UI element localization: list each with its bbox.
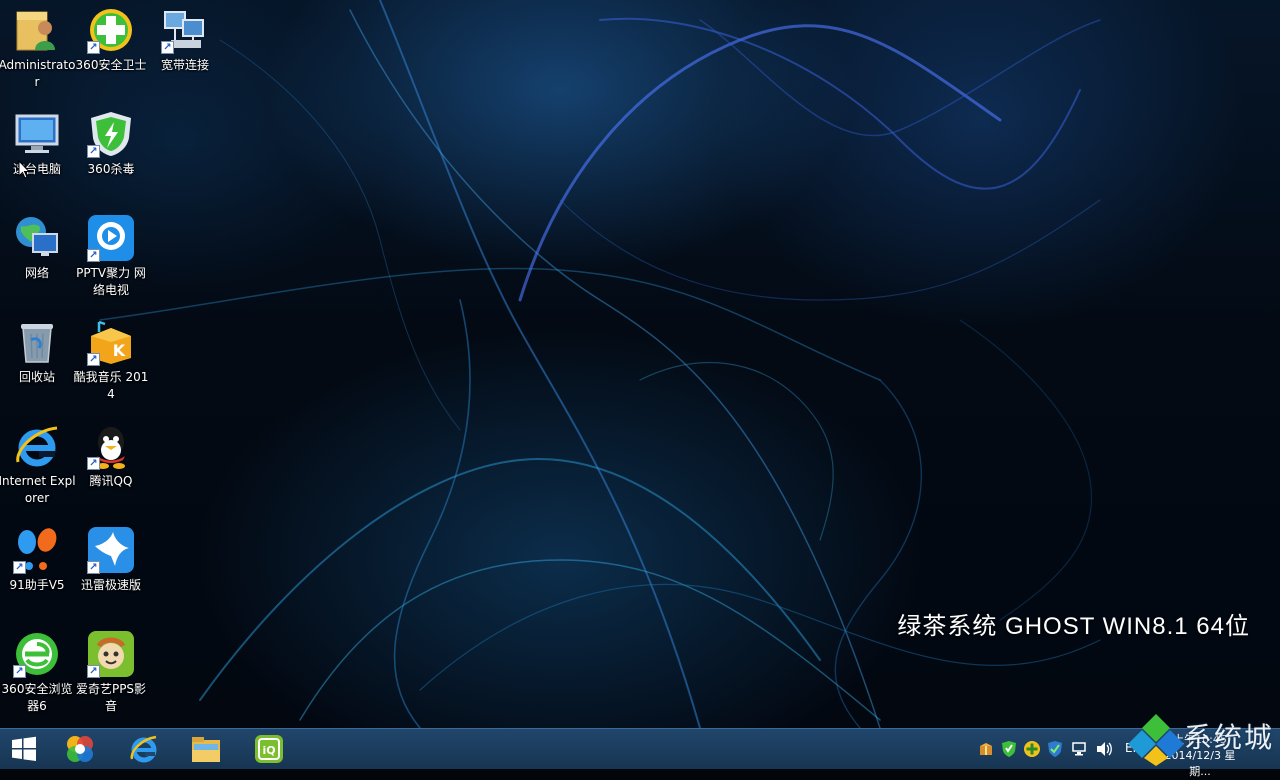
watermark-text: 系统城 bbox=[1184, 721, 1275, 754]
360-security-icon: ↗ bbox=[87, 6, 135, 54]
shortcut-arrow-icon: ↗ bbox=[87, 457, 100, 470]
iqiyi-icon: iQ bbox=[255, 735, 283, 763]
desktop-icon-this-pc[interactable]: 这台电脑 bbox=[0, 110, 74, 210]
shortcut-arrow-icon: ↗ bbox=[13, 561, 26, 574]
taskbar-360-browser[interactable] bbox=[56, 731, 104, 767]
svg-text:iQ: iQ bbox=[262, 744, 275, 757]
91-assistant-icon: ↗ bbox=[13, 526, 61, 574]
desktop-icon-kuwo-music[interactable]: K ↗ 酷我音乐 2014 bbox=[74, 318, 148, 418]
svg-text:K: K bbox=[113, 341, 126, 360]
start-button[interactable] bbox=[0, 731, 48, 767]
internet-explorer-icon bbox=[13, 422, 61, 470]
desktop-icon-label: 360安全浏览器6 bbox=[1, 682, 73, 713]
taskbar: iQ EN 上午10:45 2014/12/3 星期... bbox=[0, 728, 1280, 778]
watermark-logo-icon bbox=[1128, 714, 1184, 766]
desktop-icon-network[interactable]: 网络 bbox=[0, 214, 74, 314]
recycle-bin-icon bbox=[13, 318, 61, 366]
check-shield-icon[interactable] bbox=[1046, 740, 1064, 758]
desktop-icon-pptv[interactable]: ↗ PPTV聚力 网络电视 bbox=[74, 214, 148, 314]
shortcut-arrow-icon: ↗ bbox=[87, 249, 100, 262]
desktop-icon-360-antivirus[interactable]: ↗ 360杀毒 bbox=[74, 110, 148, 210]
desktop-icon-360-security[interactable]: ↗ 360安全卫士 bbox=[74, 6, 148, 106]
brand-text: 绿茶系统 GHOST WIN8.1 64位 bbox=[897, 613, 1250, 640]
shortcut-arrow-icon: ↗ bbox=[161, 41, 174, 54]
taskbar-file-explorer[interactable] bbox=[182, 731, 230, 767]
shortcut-arrow-icon: ↗ bbox=[87, 561, 100, 574]
desktop-icon-label: 这台电脑 bbox=[12, 162, 61, 176]
desktop-icon-broadband-connection[interactable]: ↗ 宽带连接 bbox=[148, 6, 222, 106]
360-antivirus-icon: ↗ bbox=[87, 110, 135, 158]
windows-logo-icon bbox=[12, 736, 36, 761]
360-plus-icon[interactable] bbox=[1023, 740, 1041, 758]
desktop-icon-360-browser[interactable]: ↗ 360安全浏览器6 bbox=[0, 630, 74, 728]
qq-icon: ↗ bbox=[87, 422, 135, 470]
desktop-icon-label: Internet Explorer bbox=[0, 474, 76, 505]
desktop-icon-label: Administrator bbox=[0, 58, 76, 89]
desktop-icon-user-folder[interactable]: Administrator bbox=[0, 6, 76, 106]
desktop-icon-label: 360安全卫士 bbox=[75, 58, 147, 72]
network-tray-icon[interactable] bbox=[1071, 740, 1089, 758]
package-icon[interactable] bbox=[977, 740, 995, 758]
desktop-icon-label: 网络 bbox=[24, 266, 49, 280]
shortcut-arrow-icon: ↗ bbox=[87, 41, 100, 54]
desktop-icon-91-assistant[interactable]: ↗ 91助手V5 bbox=[0, 526, 74, 626]
desktop-icon-label: 回收站 bbox=[18, 370, 55, 384]
desktop-icon-xunlei[interactable]: ↗ 迅雷极速版 bbox=[74, 526, 148, 626]
360-browser-colorful-icon bbox=[67, 736, 93, 762]
xunlei-icon: ↗ bbox=[87, 526, 135, 574]
desktop-icon-qq[interactable]: ↗ 腾讯QQ bbox=[74, 422, 148, 522]
360-browser-icon: ↗ bbox=[13, 630, 61, 678]
taskbar-internet-explorer[interactable] bbox=[120, 731, 168, 767]
shortcut-arrow-icon: ↗ bbox=[87, 145, 100, 158]
desktop-icon-label: 迅雷极速版 bbox=[80, 578, 141, 592]
desktop-icon-recycle-bin[interactable]: 回收站 bbox=[0, 318, 74, 418]
network-icon bbox=[13, 214, 61, 262]
mouse-cursor-icon bbox=[18, 159, 31, 183]
user-folder-icon bbox=[13, 6, 61, 54]
pptv-icon: ↗ bbox=[87, 214, 135, 262]
desktop-icon-label: 宽带连接 bbox=[160, 58, 209, 72]
shortcut-arrow-icon: ↗ bbox=[87, 353, 100, 366]
desktop[interactable]: Administrator ↗ 360安全卫士 ↗ 宽带连接这台电脑 ↗ 360杀毒网络 ↗ P… bbox=[0, 0, 1280, 728]
shortcut-arrow-icon: ↗ bbox=[13, 665, 26, 678]
desktop-icon-label: 酷我音乐 2014 bbox=[73, 370, 149, 401]
broadband-connection-icon: ↗ bbox=[161, 6, 209, 54]
360-shield-icon[interactable] bbox=[1000, 740, 1018, 758]
shortcut-arrow-icon: ↗ bbox=[87, 665, 100, 678]
speaker-icon[interactable] bbox=[1095, 740, 1113, 758]
this-pc-icon bbox=[13, 110, 61, 158]
taskbar-iqiyi[interactable]: iQ bbox=[245, 731, 293, 767]
desktop-icon-label: 360杀毒 bbox=[87, 162, 135, 176]
desktop-icon-label: 腾讯QQ bbox=[89, 474, 133, 488]
file-explorer-icon bbox=[192, 737, 220, 762]
watermark: 系统城 bbox=[1128, 712, 1278, 766]
desktop-icon-label: 91助手V5 bbox=[9, 578, 65, 592]
kuwo-music-icon: K ↗ bbox=[87, 318, 135, 366]
desktop-icon-internet-explorer[interactable]: Internet Explorer bbox=[0, 422, 76, 522]
iqiyi-pps-icon: ↗ bbox=[87, 630, 135, 678]
desktop-icon-iqiyi-pps[interactable]: ↗ 爱奇艺PPS影音 bbox=[74, 630, 148, 728]
internet-explorer-icon bbox=[130, 735, 157, 763]
desktop-icon-label: PPTV聚力 网络电视 bbox=[76, 266, 146, 297]
desktop-icon-label: 爱奇艺PPS影音 bbox=[75, 682, 147, 713]
